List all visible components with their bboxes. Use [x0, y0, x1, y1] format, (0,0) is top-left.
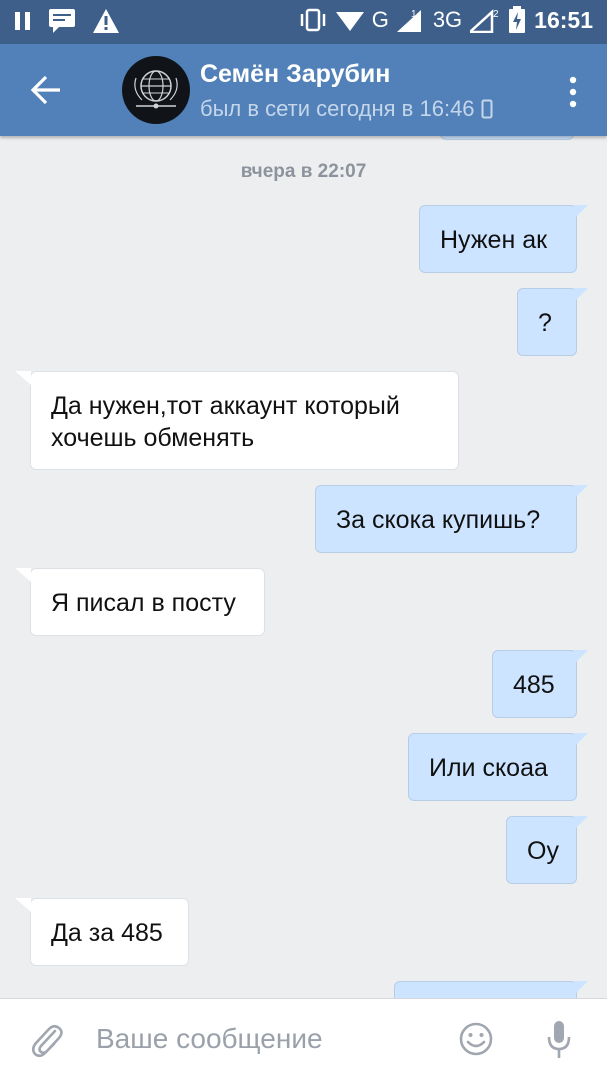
- contact-status: был в сети сегодня в 16:46: [200, 96, 493, 122]
- message-composer: Ваше сообщение: [0, 998, 607, 1081]
- partial-message-top: [440, 136, 574, 140]
- date-separator: вчера в 22:07: [240, 161, 367, 182]
- message-bubble[interactable]: ?: [517, 288, 588, 356]
- message-bubble[interactable]: Нужен ак: [419, 205, 588, 273]
- contact-name[interactable]: Семён Зарубин: [200, 60, 390, 89]
- message-text: Да за 485: [51, 919, 163, 947]
- message-bubble[interactable]: Я писал в посту: [15, 568, 265, 636]
- message-text: ?: [538, 309, 552, 337]
- message-input[interactable]: Ваше сообщение: [96, 1023, 323, 1055]
- attach-icon[interactable]: [30, 1021, 64, 1059]
- message-bubble[interactable]: Или скоаа: [408, 733, 588, 801]
- message-text: Или скоаа: [429, 754, 548, 782]
- message-text: Да нужен,тот аккаунт который хочешь обме…: [51, 392, 400, 452]
- pause-icon: [15, 12, 30, 30]
- battery-charging-icon: [509, 6, 526, 33]
- message-bubble[interactable]: 485: [492, 650, 588, 718]
- message-text: Оу: [527, 837, 559, 865]
- message-bubble[interactable]: За скока купишь?: [315, 485, 588, 553]
- wifi-icon: [335, 12, 364, 31]
- message-bubble[interactable]: Да нужен,тот аккаунт который хочешь обме…: [15, 371, 459, 470]
- network-3g-label: 3G: [432, 7, 463, 32]
- more-icon[interactable]: [563, 72, 583, 112]
- avatar[interactable]: [122, 56, 190, 124]
- message-text: За скока купишь?: [336, 506, 541, 534]
- clock: 16:51: [534, 6, 593, 33]
- message-icon: [49, 9, 75, 33]
- message-bubble[interactable]: Оу: [506, 816, 588, 884]
- signal-icon-2: 2: [470, 9, 499, 33]
- sim1-label: 1: [411, 9, 417, 20]
- emoji-icon[interactable]: [458, 1021, 494, 1057]
- network-g-label: G: [371, 7, 389, 32]
- message-bubble[interactable]: Да за 485: [15, 898, 189, 966]
- back-arrow-icon[interactable]: [22, 68, 70, 112]
- message-text: Нужен ак: [440, 226, 548, 254]
- status-bar: G 1 3G 2 16:51: [0, 0, 607, 44]
- message-text: 485: [513, 671, 555, 699]
- partial-message-bottom: [394, 981, 588, 998]
- warning-icon: [93, 9, 119, 33]
- vibrate-icon: [300, 8, 325, 32]
- last-seen-text: был в сети сегодня в 16:46: [200, 96, 475, 121]
- message-text: Я писал в посту: [51, 589, 236, 617]
- signal-icon: 1: [396, 9, 421, 32]
- avatar-globe-icon: [134, 70, 178, 109]
- message-list[interactable]: вчера в 22:07 Нужен ак ? Да нужен,тот ак…: [0, 136, 607, 998]
- mic-icon[interactable]: [546, 1019, 572, 1061]
- sim2-label: 2: [493, 9, 499, 20]
- mobile-icon: [481, 99, 493, 119]
- chat-header: Семён Зарубин был в сети сегодня в 16:46: [0, 44, 607, 136]
